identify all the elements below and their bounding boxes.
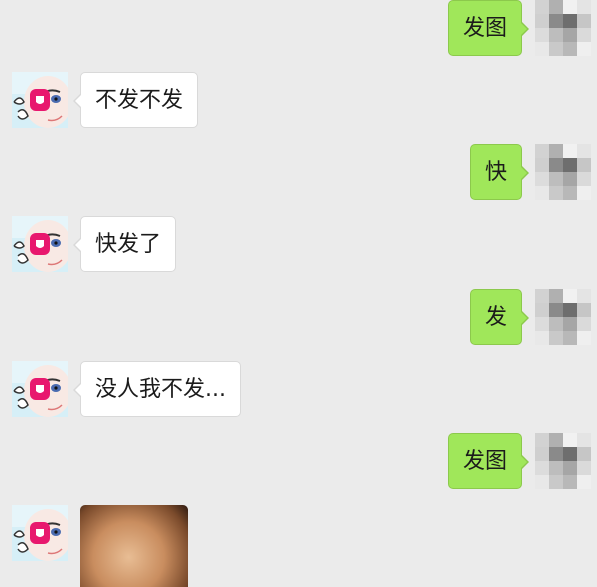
- pixelated-avatar-icon[interactable]: [535, 0, 591, 56]
- image-message[interactable]: [80, 505, 188, 587]
- pixelated-avatar-icon[interactable]: [535, 289, 591, 345]
- pixelated-avatar-icon[interactable]: [535, 433, 591, 489]
- incoming-message-bubble[interactable]: 不发不发: [72, 72, 199, 128]
- cartoon-avatar-icon[interactable]: [12, 72, 68, 128]
- cartoon-avatar-icon[interactable]: [12, 361, 68, 417]
- outgoing-message-bubble[interactable]: 快: [469, 144, 530, 200]
- cartoon-avatar-icon[interactable]: [12, 505, 68, 561]
- cartoon-avatar-icon[interactable]: [12, 216, 68, 272]
- incoming-message-bubble[interactable]: 快发了: [72, 216, 177, 272]
- outgoing-message-bubble[interactable]: 发图: [447, 0, 530, 56]
- pixelated-avatar-icon[interactable]: [535, 144, 591, 200]
- outgoing-message-bubble[interactable]: 发图: [447, 433, 530, 489]
- outgoing-message-bubble[interactable]: 发: [469, 289, 530, 345]
- incoming-message-bubble[interactable]: 没人我不发...: [73, 361, 241, 417]
